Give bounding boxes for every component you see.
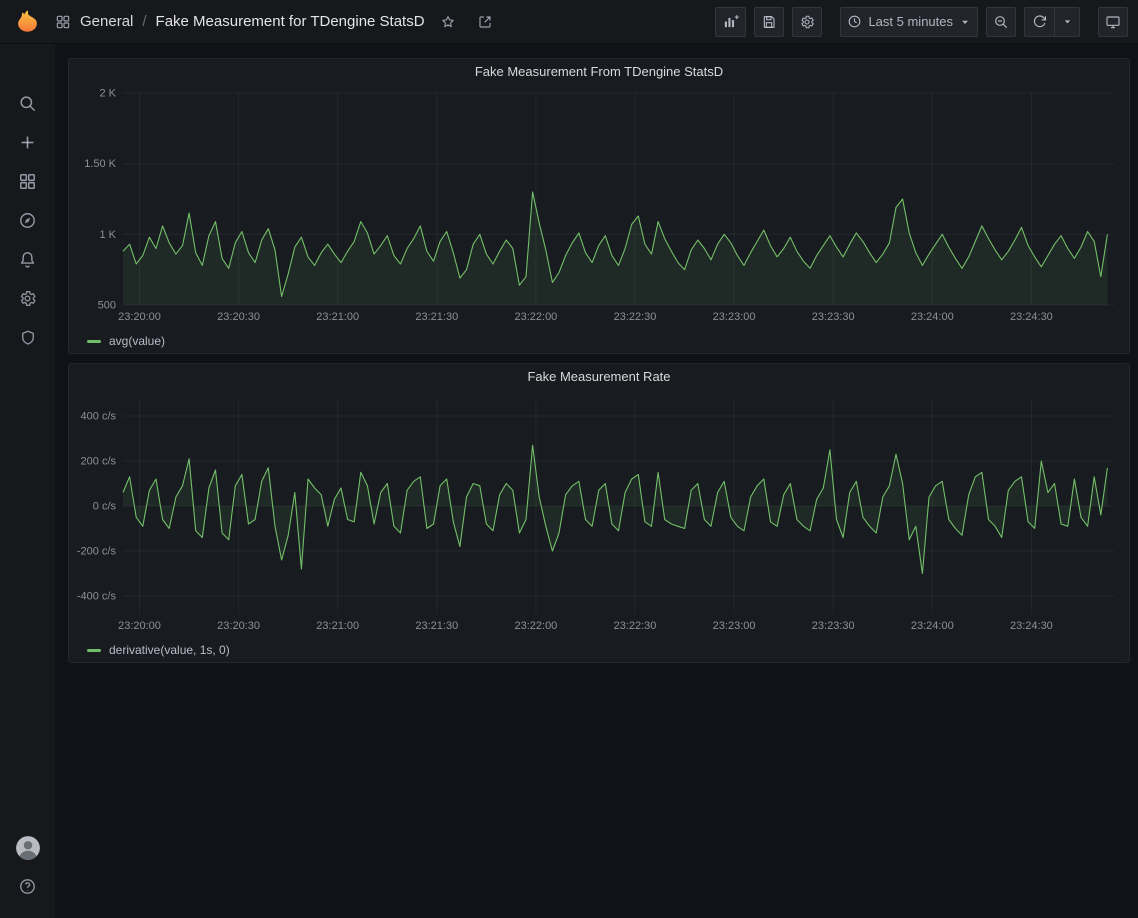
cycle-view-mode-button[interactable]	[1098, 7, 1128, 37]
share-icon	[477, 14, 493, 30]
sidebar-item-help[interactable]	[0, 867, 55, 906]
breadcrumb-separator: /	[142, 13, 146, 30]
svg-text:23:24:30: 23:24:30	[1010, 620, 1053, 632]
svg-text:1.50 K: 1.50 K	[84, 158, 116, 170]
svg-text:-400 c/s: -400 c/s	[77, 591, 117, 603]
legend-series-label[interactable]: derivative(value, 1s, 0)	[109, 643, 230, 657]
chevron-down-icon	[959, 16, 971, 28]
gear-icon	[799, 14, 815, 30]
save-dashboard-button[interactable]	[754, 7, 784, 37]
time-range-label: Last 5 minutes	[868, 14, 953, 29]
svg-text:23:22:30: 23:22:30	[614, 311, 657, 323]
search-icon	[18, 94, 37, 113]
svg-text:23:24:00: 23:24:00	[911, 620, 954, 632]
legend-series-marker[interactable]	[87, 649, 101, 652]
panel-fake-measurement-rate: Fake Measurement Rate -400 c/s -200 c/s 0 …	[68, 363, 1130, 663]
svg-text:-200 c/s: -200 c/s	[77, 546, 117, 558]
svg-text:23:22:00: 23:22:00	[514, 311, 557, 323]
svg-text:23:21:30: 23:21:30	[415, 620, 458, 632]
panel-legend: derivative(value, 1s, 0)	[69, 638, 1129, 662]
svg-text:23:21:30: 23:21:30	[415, 311, 458, 323]
time-series-chart[interactable]: -400 c/s -200 c/s 0 c/s 200 c/s 400 c/s 23:20…	[75, 390, 1123, 638]
dashboard-settings-button[interactable]	[792, 7, 822, 37]
legend-series-label[interactable]: avg(value)	[109, 334, 165, 348]
grafana-logo[interactable]	[0, 8, 55, 35]
left-sidebar	[0, 44, 55, 918]
svg-text:23:24:30: 23:24:30	[1010, 311, 1053, 323]
svg-text:23:23:00: 23:23:00	[713, 620, 756, 632]
refresh-button-group	[1024, 7, 1080, 37]
panel-title[interactable]: Fake Measurement Rate	[69, 364, 1129, 390]
add-panel-button[interactable]	[715, 7, 746, 37]
breadcrumb-page-title: Fake Measurement for TDengine StatsD	[156, 13, 425, 30]
svg-text:23:22:30: 23:22:30	[614, 620, 657, 632]
refresh-icon	[1032, 14, 1047, 29]
top-navigation-bar: General / Fake Measurement for TDengine …	[0, 0, 1138, 44]
svg-text:23:20:00: 23:20:00	[118, 311, 161, 323]
panel-legend: avg(value)	[69, 329, 1129, 353]
add-panel-icon	[722, 13, 739, 30]
panel-fake-measurement: Fake Measurement From TDengine StatsD 50…	[68, 58, 1130, 354]
svg-text:200 c/s: 200 c/s	[81, 456, 117, 468]
svg-text:2 K: 2 K	[99, 88, 116, 100]
help-circle-icon	[18, 877, 37, 896]
sidebar-item-dashboards[interactable]	[0, 162, 55, 201]
dashboards-grid-icon	[18, 172, 37, 191]
user-avatar	[15, 835, 41, 861]
time-range-picker[interactable]: Last 5 minutes	[840, 7, 978, 37]
svg-text:23:23:30: 23:23:30	[812, 620, 855, 632]
shield-icon	[19, 329, 37, 347]
svg-text:1 K: 1 K	[99, 229, 116, 241]
svg-text:23:23:30: 23:23:30	[812, 311, 855, 323]
sidebar-item-create[interactable]	[0, 123, 55, 162]
zoom-out-icon	[993, 14, 1009, 30]
plus-icon	[18, 133, 37, 152]
breadcrumb-section-general[interactable]: General	[80, 13, 133, 30]
panel-title[interactable]: Fake Measurement From TDengine StatsD	[69, 59, 1129, 85]
svg-text:23:20:00: 23:20:00	[118, 620, 161, 632]
sidebar-item-server-admin[interactable]	[0, 318, 55, 357]
star-dashboard-button[interactable]	[436, 12, 460, 32]
compass-icon	[18, 211, 37, 230]
breadcrumb: General / Fake Measurement for TDengine …	[55, 12, 499, 32]
svg-text:23:23:00: 23:23:00	[713, 311, 756, 323]
monitor-icon	[1105, 14, 1121, 30]
svg-text:400 c/s: 400 c/s	[81, 411, 117, 423]
refresh-interval-dropdown[interactable]	[1054, 7, 1080, 37]
sidebar-item-search[interactable]	[0, 84, 55, 123]
share-dashboard-button[interactable]	[473, 12, 497, 32]
sidebar-item-explore[interactable]	[0, 201, 55, 240]
svg-text:23:21:00: 23:21:00	[316, 620, 359, 632]
bell-icon	[18, 250, 37, 269]
save-icon	[761, 14, 777, 30]
sidebar-bottom-section	[0, 828, 55, 906]
dashboard-toolbar: Last 5 minutes	[715, 7, 1138, 37]
sidebar-item-configuration[interactable]	[0, 279, 55, 318]
apps-grid-icon	[55, 14, 71, 30]
svg-text:23:20:30: 23:20:30	[217, 620, 260, 632]
clock-icon	[847, 14, 862, 29]
grafana-flame-icon	[14, 8, 41, 35]
gear-icon	[18, 289, 37, 308]
refresh-dashboard-button[interactable]	[1024, 7, 1054, 37]
zoom-out-time-button[interactable]	[986, 7, 1016, 37]
sidebar-item-alerting[interactable]	[0, 240, 55, 279]
legend-series-marker[interactable]	[87, 340, 101, 343]
svg-text:500: 500	[98, 300, 116, 312]
svg-text:23:21:00: 23:21:00	[316, 311, 359, 323]
svg-text:0 c/s: 0 c/s	[93, 501, 117, 513]
svg-text:23:20:30: 23:20:30	[217, 311, 260, 323]
svg-text:23:22:00: 23:22:00	[514, 620, 557, 632]
dashboard-canvas: Fake Measurement From TDengine StatsD 50…	[55, 44, 1138, 918]
time-series-chart[interactable]: 500 1 K 1.50 K 2 K 23:20:00 23:20:30 23:21:00 2…	[75, 85, 1123, 329]
star-icon	[440, 14, 456, 30]
chevron-down-icon	[1062, 16, 1073, 27]
sidebar-item-user-profile[interactable]	[0, 828, 55, 867]
svg-text:23:24:00: 23:24:00	[911, 311, 954, 323]
